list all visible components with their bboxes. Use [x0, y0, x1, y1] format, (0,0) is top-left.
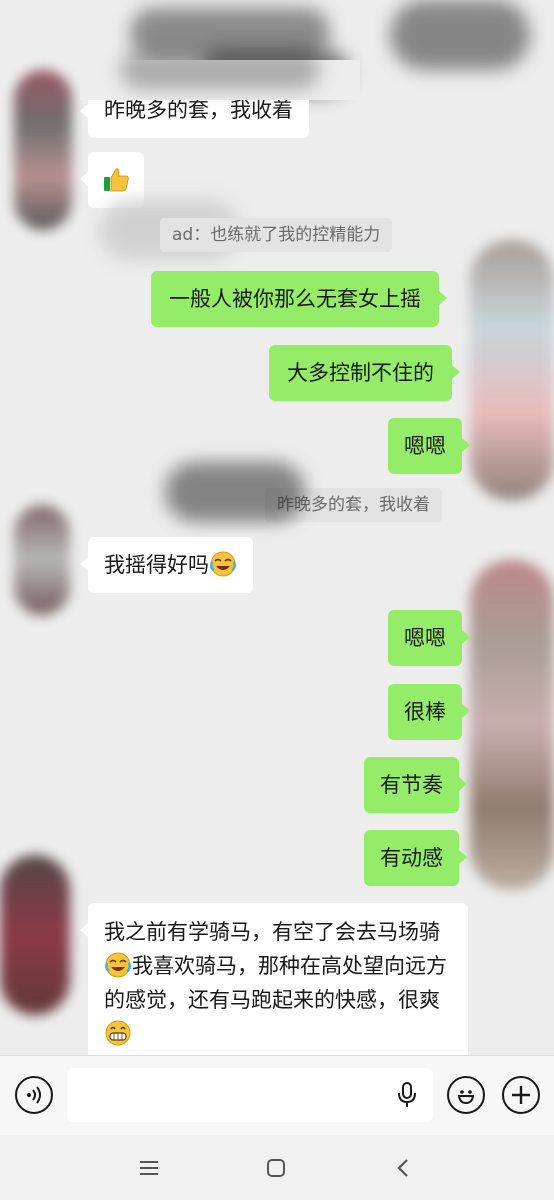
avatar[interactable]: [14, 505, 70, 615]
message-bubble-outgoing[interactable]: 有动感: [364, 830, 467, 886]
message-bubble-outgoing[interactable]: 很棒: [388, 684, 470, 740]
back-button[interactable]: [388, 1153, 418, 1183]
emoji-smile-icon: [457, 1090, 475, 1105]
laughing-crying-emoji: [105, 952, 131, 978]
home-icon: [267, 1159, 285, 1177]
message-text: 有动感: [380, 846, 443, 870]
quoted-message[interactable]: ad：也练就了我的控精能力: [160, 218, 393, 252]
home-button[interactable]: [261, 1153, 291, 1183]
redaction-blur: [390, 0, 530, 70]
redaction-blur: [120, 50, 320, 90]
message-text: 嗯嗯: [404, 626, 446, 650]
avatar[interactable]: [470, 240, 554, 500]
quote-text: ad：也练就了我的控精能力: [172, 225, 381, 245]
message-text-field[interactable]: [67, 1068, 433, 1122]
laughing-crying-emoji: [210, 551, 236, 577]
plus-icon: [512, 1086, 530, 1104]
system-navigation-bar: [0, 1135, 554, 1200]
thumbs-up-emoji: [104, 168, 129, 192]
message-text: 一般人被你那么无套女上摇: [169, 287, 421, 311]
message-text: 昨晚多的套，我收着: [104, 98, 293, 122]
back-icon: [397, 1159, 408, 1177]
message-bubble-outgoing[interactable]: 一般人被你那么无套女上摇: [151, 271, 447, 327]
menu-icon: [140, 1161, 158, 1175]
avatar[interactable]: [0, 855, 70, 1015]
avatar[interactable]: [14, 70, 72, 230]
message-bubble-outgoing[interactable]: 有节奏: [364, 757, 467, 813]
voice-input-button[interactable]: [15, 1076, 53, 1114]
chat-area[interactable]: 昨晚多的套，我收着 ad：也练就了我的控精能力 一般人被你那么无套女上摇 大多控…: [0, 0, 554, 1055]
recent-apps-button[interactable]: [134, 1153, 164, 1183]
avatar[interactable]: [470, 560, 554, 890]
message-text: 大多控制不住的: [287, 361, 434, 385]
emoji-button[interactable]: [447, 1076, 485, 1114]
more-options-button[interactable]: [502, 1076, 540, 1114]
message-text: 我喜欢骑马，那种在高处望向远方的感觉，还有马跑起来的快感，很爽: [104, 954, 447, 1012]
message-bubble-outgoing[interactable]: 嗯嗯: [388, 418, 470, 474]
message-text: 有节奏: [380, 773, 443, 797]
microphone-icon[interactable]: [397, 1082, 417, 1108]
message-text: 我摇得好吗: [104, 553, 209, 577]
message-bubble-outgoing[interactable]: 大多控制不住的: [269, 345, 460, 401]
message-text: 嗯嗯: [404, 434, 446, 458]
message-input-bar: [0, 1055, 554, 1135]
message-bubble-outgoing[interactable]: 嗯嗯: [388, 610, 470, 666]
voice-input-icon: [27, 1086, 41, 1104]
message-bubble-incoming[interactable]: 我摇得好吗: [80, 537, 253, 593]
message-text: 很棒: [404, 700, 446, 724]
grinning-emoji: [105, 1020, 131, 1046]
message-bubble-incoming[interactable]: 我之前有学骑马，有空了会去马场骑 我喜欢骑马，那种在高处望向远方的感觉，还有马跑…: [80, 903, 468, 1055]
message-text: 我之前有学骑马，有空了会去马场骑: [104, 920, 440, 944]
redaction-blur: [165, 462, 305, 522]
